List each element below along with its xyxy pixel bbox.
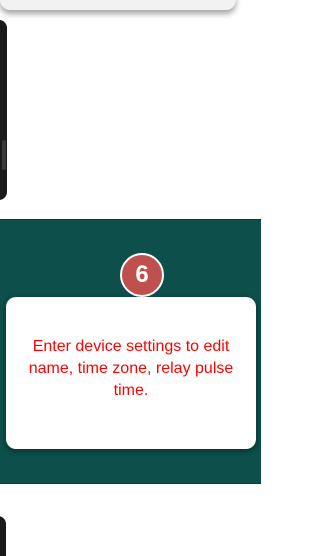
top-card-edge (0, 0, 236, 10)
device-side-button (2, 140, 6, 170)
device-frame-edge (0, 20, 7, 200)
instruction-callout: Enter device settings to edit name, time… (6, 297, 256, 449)
step-number-badge: 6 (120, 253, 164, 297)
device-frame-edge-bottom (0, 516, 6, 556)
instruction-text: Enter device settings to edit name, time… (28, 338, 234, 399)
